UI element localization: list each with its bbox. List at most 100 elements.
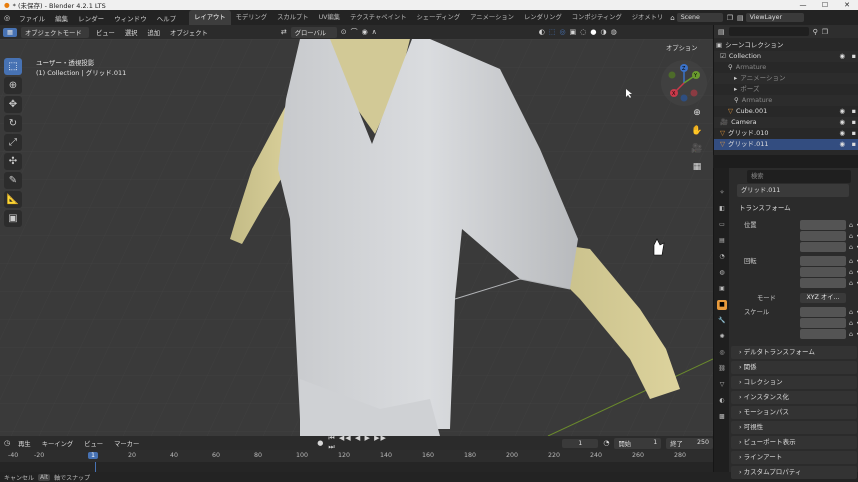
xray-icon[interactable]: ▣ xyxy=(570,28,577,36)
render-tab-icon[interactable]: ◧ xyxy=(717,204,727,214)
menu-object[interactable]: オブジェクト xyxy=(167,28,211,37)
menu-view[interactable]: ビュー xyxy=(93,28,118,37)
maximize-button[interactable]: ☐ xyxy=(814,0,836,10)
frame-ruler[interactable]: -40 -20 1 20 40 60 80 100 120 140 160 180 200 220 240 2… xyxy=(0,450,713,462)
physics-tab-icon[interactable]: ◎ xyxy=(717,348,727,358)
tab-modeling[interactable]: モデリング xyxy=(231,10,272,25)
menu-help[interactable]: ヘルプ xyxy=(152,13,182,23)
transform-value-field[interactable] xyxy=(800,307,846,317)
panel-header[interactable]: › モーションパス xyxy=(731,406,857,419)
world-tab-icon[interactable]: ◍ xyxy=(717,268,727,278)
tab-layout[interactable]: レイアウト xyxy=(189,10,231,25)
select-mode-buttons[interactable]: ▦ xyxy=(3,27,17,37)
menu-render[interactable]: レンダー xyxy=(73,13,109,23)
panel-header[interactable]: › ラインアート xyxy=(731,451,857,464)
add-cube-tool-icon[interactable]: ▣ xyxy=(4,210,22,227)
tab-geometry[interactable]: ジオメトリ xyxy=(627,10,668,25)
pan-hand-icon[interactable]: ✋ xyxy=(690,126,704,140)
material-tab-icon[interactable]: ◐ xyxy=(717,396,727,406)
tool-tab-icon[interactable]: ✧ xyxy=(717,188,727,198)
outliner-row[interactable]: ⚲ Armature xyxy=(714,62,858,73)
collection-tab-icon[interactable]: ▣ xyxy=(717,284,727,294)
outliner-row[interactable]: ▸ ポーズ xyxy=(714,84,858,95)
menu-select[interactable]: 選択 xyxy=(122,28,141,37)
panel-header[interactable]: › デルタトランスフォーム xyxy=(731,346,857,359)
menu-window[interactable]: ウィンドウ xyxy=(109,13,152,23)
visibility-eye-icon[interactable]: ◉ xyxy=(839,117,845,128)
rotate-tool-icon[interactable]: ↻ xyxy=(4,115,22,132)
view-layer-tab-icon[interactable]: ▤ xyxy=(717,236,727,246)
record-icon[interactable]: ● xyxy=(317,439,323,447)
transform-value-field[interactable] xyxy=(800,220,846,230)
menu-keying[interactable]: キーイング xyxy=(39,439,76,448)
transform-value-field[interactable] xyxy=(800,256,846,266)
props-search-input[interactable]: 検索 xyxy=(747,170,851,183)
close-button[interactable]: ✕ xyxy=(836,0,858,10)
lock-icon[interactable]: ⌂ xyxy=(849,220,853,231)
menu-add[interactable]: 追加 xyxy=(144,28,163,37)
current-frame-field[interactable]: 1 xyxy=(562,438,599,448)
texture-tab-icon[interactable]: ▩ xyxy=(717,412,727,422)
rotation-mode-dropdown[interactable]: XYZ オイ... xyxy=(800,293,846,303)
tab-rendering[interactable]: レンダリング xyxy=(519,10,567,25)
object-tab-icon[interactable]: ■ xyxy=(717,300,727,310)
data-tab-icon[interactable]: ▽ xyxy=(717,380,727,390)
timeline[interactable]: -40 -20 1 20 40 60 80 100 120 140 160 180 200 220 240 2… xyxy=(0,450,713,472)
lock-icon[interactable]: ⌂ xyxy=(849,267,853,278)
particles-tab-icon[interactable]: ✺ xyxy=(717,332,727,342)
falloff-icon[interactable]: ∧ xyxy=(372,28,377,36)
viewlayer-selector[interactable]: ViewLayer xyxy=(745,13,804,22)
outliner-row[interactable]: 🎥 Camera ◉ ▪ xyxy=(714,117,858,128)
object-name-field[interactable]: グリッド.011 xyxy=(737,184,849,197)
menu-marker[interactable]: マーカー xyxy=(111,439,142,448)
lock-icon[interactable]: ⌂ xyxy=(849,307,853,318)
visibility-eye-icon[interactable]: ◉ xyxy=(839,51,845,62)
mode-dropdown[interactable]: オブジェクトモード xyxy=(20,26,89,38)
menu-file[interactable]: ファイル xyxy=(14,13,50,23)
tab-texture-paint[interactable]: テクスチャペイント xyxy=(345,10,411,25)
transform-value-field[interactable] xyxy=(800,231,846,241)
panel-header[interactable]: › コレクション xyxy=(731,376,857,389)
scene-selector[interactable]: Scene xyxy=(676,13,723,22)
new-collection-icon[interactable]: ❐ xyxy=(822,28,828,36)
menu-edit[interactable]: 編集 xyxy=(50,13,73,23)
render-camera-icon[interactable]: ▪ xyxy=(852,128,856,139)
annotate-tool-icon[interactable]: ✎ xyxy=(4,172,22,189)
transform-panel-header[interactable]: トランスフォーム xyxy=(731,202,857,215)
minimize-button[interactable]: — xyxy=(792,0,814,10)
end-frame-field[interactable]: 終了 250 xyxy=(666,437,714,449)
render-camera-icon[interactable]: ▪ xyxy=(852,51,856,62)
outliner-search-input[interactable] xyxy=(728,27,809,36)
shading-solid-icon[interactable]: ● xyxy=(590,28,596,36)
transform-value-field[interactable] xyxy=(800,242,846,252)
tab-compositing[interactable]: コンポジティング xyxy=(567,10,627,25)
orientation-dropdown[interactable]: グローバル xyxy=(290,26,337,38)
panel-header[interactable]: › インスタンス化 xyxy=(731,391,857,404)
transform-value-field[interactable] xyxy=(800,329,846,339)
transform-value-field[interactable] xyxy=(800,278,846,288)
blender-menu-icon[interactable]: ◎ xyxy=(0,14,14,22)
panel-header[interactable]: › 関係 xyxy=(731,361,857,374)
camera-view-icon[interactable]: 🎥 xyxy=(690,144,704,158)
lock-icon[interactable]: ⌂ xyxy=(849,278,853,289)
shading-rendered-icon[interactable]: ◍ xyxy=(611,28,617,36)
new-scene-icon[interactable]: ❐ xyxy=(727,14,733,22)
output-tab-icon[interactable]: ▭ xyxy=(717,220,727,230)
3d-viewport[interactable]: オプション xyxy=(0,39,713,436)
lock-icon[interactable]: ⌂ xyxy=(849,329,853,340)
tab-uv-editing[interactable]: UV編集 xyxy=(314,10,346,25)
menu-playback[interactable]: 再生 xyxy=(15,439,34,448)
outliner-row[interactable]: ☑ Collection ◉ ▪ xyxy=(714,51,858,62)
gizmo-toggle-icon[interactable]: ⬚ xyxy=(549,28,556,36)
scale-tool-icon[interactable]: ⤢ xyxy=(4,134,22,151)
transform-value-field[interactable] xyxy=(800,318,846,328)
outliner-row[interactable]: ▣ シーンコレクション xyxy=(714,40,858,51)
panel-header[interactable]: › ビューポート表示 xyxy=(731,436,857,449)
overlay-toggle-icon[interactable]: ◎ xyxy=(560,28,566,36)
pivot-icon[interactable]: ⊙ xyxy=(341,28,347,36)
snap-icon[interactable]: ⌒ xyxy=(351,27,358,37)
render-camera-icon[interactable]: ▪ xyxy=(852,117,856,128)
outliner-row[interactable]: ▽ グリッド.010 ◉ ▪ xyxy=(714,128,858,139)
transform-orientation-icon[interactable]: ⇄ xyxy=(281,28,287,36)
preview-range-icon[interactable]: ◔ xyxy=(603,439,609,447)
